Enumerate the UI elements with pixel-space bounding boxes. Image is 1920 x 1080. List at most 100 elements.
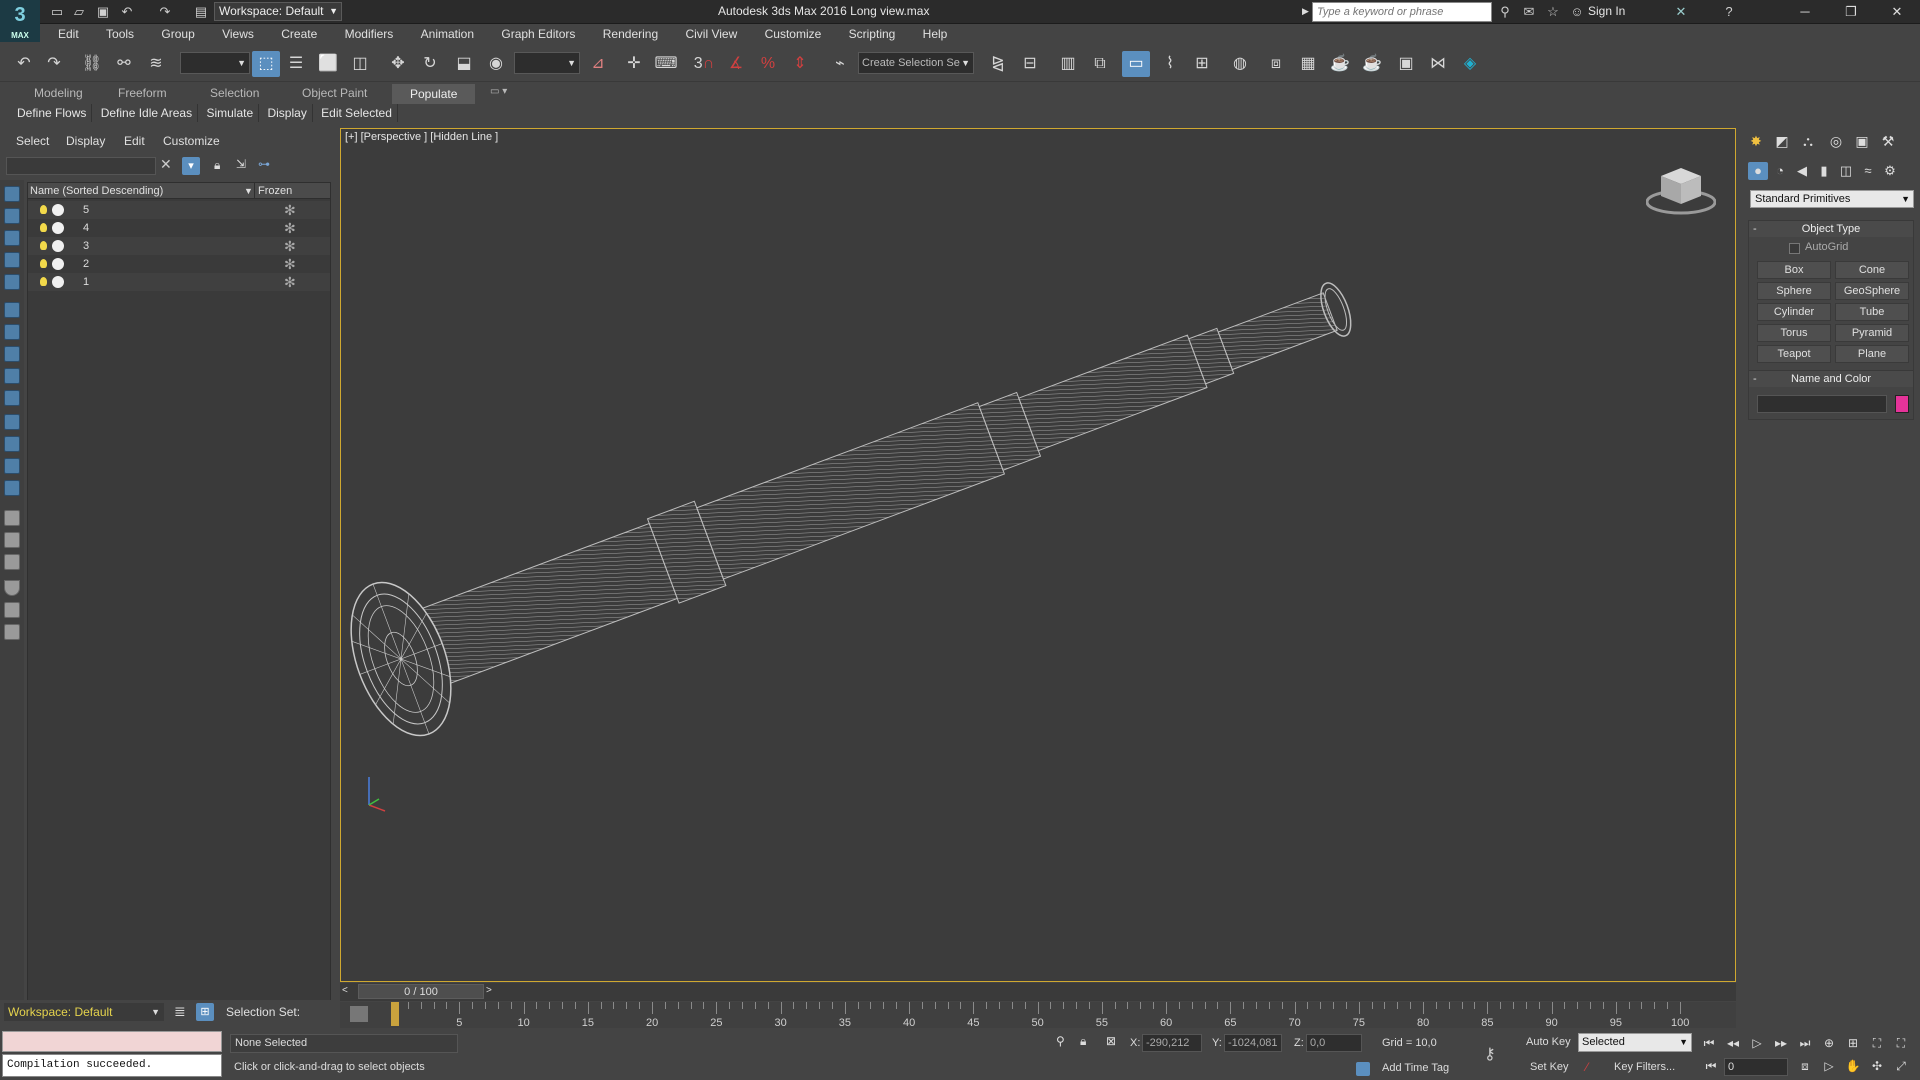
snowflake-icon[interactable]: ✻ — [284, 273, 296, 291]
simulate-button[interactable]: Simulate — [201, 104, 260, 122]
toggle-scene-explorer-icon[interactable]: ▥ — [1054, 51, 1082, 77]
render-in-cloud-icon[interactable]: ⋈ — [1424, 51, 1452, 77]
x-coordinate-field[interactable]: -290,212 — [1142, 1034, 1202, 1052]
current-frame-marker[interactable] — [391, 1002, 399, 1026]
menu-scripting[interactable]: Scripting — [837, 24, 908, 44]
favorites-star-icon[interactable]: ☆ — [1544, 3, 1562, 21]
time-slider[interactable]: < 0 / 100 > — [340, 983, 1736, 1001]
close-button[interactable]: ✕ — [1874, 0, 1920, 24]
spinner-snap-icon[interactable]: ⇕ — [786, 51, 814, 77]
communication-center-icon[interactable]: ✉ — [1520, 3, 1538, 21]
table-row[interactable]: 3 ✻ — [28, 237, 330, 255]
mirror-icon[interactable]: ⧎ — [984, 51, 1012, 77]
help-icon[interactable]: ? — [1720, 3, 1738, 21]
previous-key-icon[interactable]: ◂◂ — [1722, 1034, 1744, 1052]
select-and-scale-icon[interactable]: ⬓ — [450, 51, 478, 77]
undo-icon[interactable]: ↶ — [118, 3, 136, 21]
zoom-icon[interactable]: ⊕ — [1818, 1034, 1840, 1052]
sphere-button[interactable]: Sphere — [1757, 282, 1831, 300]
schematic-view-icon[interactable]: ⊞ — [1188, 51, 1216, 77]
menu-civil-view[interactable]: Civil View — [673, 24, 749, 44]
ribbon-tab-populate[interactable]: Populate — [392, 84, 476, 104]
display-tab-icon[interactable]: ▣ — [1850, 130, 1874, 152]
display-frozen-icon[interactable] — [4, 458, 20, 474]
autogrid-checkbox[interactable] — [1789, 243, 1800, 254]
object-category-dropdown[interactable]: Standard Primitives ▼ — [1750, 190, 1914, 208]
display-containers-icon[interactable] — [4, 436, 20, 452]
display-geometry-icon[interactable] — [4, 230, 20, 246]
sign-in-link[interactable]: Sign In — [1588, 4, 1625, 18]
helpers-category-icon[interactable]: ◫ — [1836, 162, 1856, 180]
menu-group[interactable]: Group — [149, 24, 206, 44]
define-flows-button[interactable]: Define Flows — [12, 104, 93, 122]
layer-explorer-icon[interactable]: ⧉ — [1086, 51, 1114, 77]
zoom-all-icon[interactable]: ⊞ — [1842, 1034, 1864, 1052]
menu-create[interactable]: Create — [269, 24, 329, 44]
display-influences-icon[interactable] — [4, 532, 20, 548]
open-mini-curve-editor-icon[interactable] — [350, 1006, 368, 1022]
plane-button[interactable]: Plane — [1835, 345, 1909, 363]
unlink-icon[interactable]: ⚯ — [110, 51, 138, 77]
snaps-toggle-icon[interactable]: 3∩ — [690, 51, 718, 77]
go-to-start-icon[interactable]: ⏮ — [1698, 1034, 1720, 1052]
go-to-end-icon[interactable]: ⏭ — [1794, 1034, 1816, 1052]
curve-editor-icon[interactable]: ⌇ — [1156, 51, 1184, 77]
workspace-selector[interactable]: Workspace: Default ▼ — [4, 1003, 164, 1021]
set-key-button[interactable]: Set Key — [1530, 1061, 1569, 1073]
box-button[interactable]: Box — [1757, 261, 1831, 279]
time-slider-handle[interactable]: 0 / 100 — [358, 984, 484, 999]
utilities-tab-icon[interactable]: ⚒ — [1876, 130, 1900, 152]
align-icon[interactable]: ⊟ — [1016, 51, 1044, 77]
ribbon-tab-selection[interactable]: Selection — [210, 86, 259, 100]
pyramid-button[interactable]: Pyramid — [1835, 324, 1909, 342]
angle-snap-icon[interactable]: ∡ — [722, 51, 750, 77]
explorer-find-input[interactable] — [6, 157, 156, 175]
z-coordinate-field[interactable]: 0,0 — [1306, 1034, 1362, 1052]
new-file-icon[interactable]: ▭ — [48, 3, 66, 21]
collapse-icon[interactable]: - — [1753, 221, 1757, 237]
pan-view-icon[interactable]: ✋ — [1842, 1057, 1864, 1075]
time-configuration-icon[interactable]: ⧈ — [1794, 1057, 1816, 1075]
explorer-menu-select[interactable]: Select — [16, 134, 49, 148]
display-lights-icon[interactable] — [4, 274, 20, 290]
perspective-viewport[interactable]: [+] [Perspective ] [Hidden Line ] — [340, 128, 1736, 982]
object-type-title[interactable]: Object Type — [1749, 221, 1913, 237]
search-input[interactable] — [1312, 2, 1492, 22]
display-space-warps-icon[interactable] — [4, 346, 20, 362]
hierarchy-icon[interactable]: ⊶ — [258, 157, 270, 171]
undo-icon[interactable]: ↶ — [10, 51, 38, 77]
window-crossing-icon[interactable]: ◫ — [346, 51, 374, 77]
object-name-field[interactable] — [1757, 395, 1887, 413]
define-idle-areas-button[interactable]: Define Idle Areas — [96, 104, 199, 122]
maxscript-listener-input[interactable] — [2, 1031, 222, 1052]
display-cameras-icon[interactable] — [4, 302, 20, 318]
object-color-swatch[interactable] — [1895, 395, 1909, 413]
key-mode-dropdown[interactable]: Selected ▼ — [1578, 1033, 1692, 1052]
select-and-link-icon[interactable]: ⛓ — [78, 51, 106, 77]
menu-rendering[interactable]: Rendering — [591, 24, 670, 44]
table-row[interactable]: 5 ✻ — [28, 201, 330, 219]
toggle-ribbon-icon[interactable]: ▭ — [1122, 51, 1150, 77]
light-bulb-icon[interactable] — [40, 259, 47, 268]
space-warps-category-icon[interactable]: ≈ — [1858, 162, 1878, 180]
table-row[interactable]: 2 ✻ — [28, 255, 330, 273]
absolute-mode-icon[interactable]: ⊠ — [1106, 1034, 1116, 1048]
name-and-color-title[interactable]: Name and Color — [1749, 371, 1913, 387]
ribbon-options-icon[interactable]: ▭ ▾ — [490, 86, 507, 97]
select-by-name-icon[interactable]: ☰ — [282, 51, 310, 77]
exchange-apps-icon[interactable]: ✕ — [1672, 3, 1690, 21]
bind-to-space-warp-icon[interactable]: ≋ — [142, 51, 170, 77]
previous-frame-icon[interactable]: < — [342, 985, 348, 996]
motion-tab-icon[interactable]: ◎ — [1824, 130, 1848, 152]
workspace-dropdown[interactable]: Workspace: Default ▼ — [214, 2, 342, 21]
select-none-icon[interactable] — [4, 624, 20, 640]
explorer-menu-display[interactable]: Display — [66, 134, 105, 148]
explorer-menu-customize[interactable]: Customize — [163, 134, 220, 148]
snowflake-icon[interactable]: ✻ — [284, 255, 296, 273]
save-icon[interactable]: ▣ — [94, 3, 112, 21]
binoculars-icon[interactable]: ⚲ — [1496, 3, 1514, 21]
display-shapes-icon[interactable] — [4, 252, 20, 268]
time-tag-icon[interactable] — [1356, 1062, 1370, 1076]
torus-button[interactable]: Torus — [1757, 324, 1831, 342]
add-time-tag-button[interactable]: Add Time Tag — [1382, 1062, 1449, 1074]
